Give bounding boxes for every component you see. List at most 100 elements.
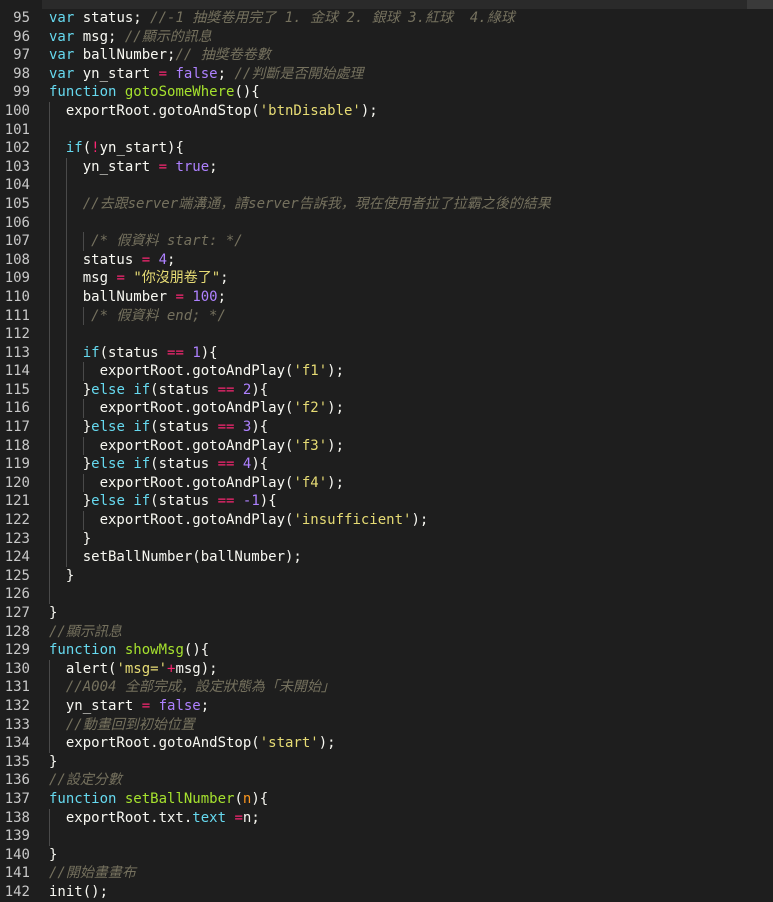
code-line[interactable]: 100 exportRoot.gotoAndStop('btnDisable')… (0, 101, 773, 121)
line-number: 104 (4, 177, 30, 194)
code-token: ( (234, 790, 243, 807)
code-token: ); (327, 474, 345, 491)
editor-top-strip (0, 0, 773, 9)
code-line[interactable]: 125 } (0, 566, 773, 586)
keyword-token: if (82, 344, 100, 361)
code-token: (status (150, 456, 218, 473)
operator-token: = (141, 251, 151, 268)
code-line[interactable]: 127} (0, 604, 773, 623)
code-line[interactable]: 142 init(); (0, 883, 773, 902)
code-token: ){ (259, 493, 277, 510)
code-line[interactable]: 109 msg = "你沒朋卷了"; (0, 269, 773, 288)
code-text: function showMsg(){ (49, 641, 209, 660)
keyword-token: if (133, 456, 151, 473)
code-token: ){ (251, 419, 269, 436)
keyword-token: var (49, 65, 75, 82)
function-name-token: setBallNumber (124, 790, 235, 807)
keyword-token: if (133, 381, 151, 398)
code-line[interactable]: 136 //設定分數 (0, 771, 773, 790)
string-token: 'start' (259, 735, 319, 752)
code-line[interactable]: 96 var msg; //顯示的訊息 (0, 28, 773, 47)
code-line[interactable]: 123 } (0, 529, 773, 549)
line-number: 128 (4, 623, 30, 640)
code-line[interactable]: 128 //顯示訊息 (0, 623, 773, 642)
line-number: 140 (4, 846, 30, 863)
code-token: ); (318, 735, 336, 752)
code-line[interactable]: 133 //動畫回到初始位置 (0, 715, 773, 735)
code-line[interactable]: 129 function showMsg(){ (0, 641, 773, 660)
line-number: 117 (4, 419, 30, 436)
code-line[interactable]: 138 exportRoot.txt.text =n; (0, 808, 773, 828)
code-line[interactable]: 106 (0, 213, 773, 233)
code-line[interactable]: 139 (0, 827, 773, 846)
code-token: ); (327, 363, 345, 380)
code-token: ); (360, 102, 378, 119)
code-line[interactable]: 102 if(!yn_start){ (0, 139, 773, 158)
code-line[interactable]: 122 exportRoot.gotoAndPlay('insufficient… (0, 511, 773, 530)
code-line[interactable]: 118 exportRoot.gotoAndPlay('f3'); (0, 436, 773, 456)
code-text: //A004 全部完成，設定狀態為「未開始」 (49, 678, 335, 697)
code-line[interactable]: 119 }else if(status == 4){ (0, 455, 773, 474)
code-text: //去跟server端溝通，請server告訴我，現在使用者拉了拉霸之後的結果 (49, 195, 551, 214)
code-line[interactable]: 130 alert('msg='+msg); (0, 659, 773, 679)
code-line[interactable]: 124 setBallNumber(ballNumber); (0, 548, 773, 567)
comment-token: //動畫回到初始位置 (65, 716, 195, 733)
comment-token: //設定分數 (49, 772, 122, 789)
code-line[interactable]: 97 var ballNumber;// 抽獎卷卷數 (0, 46, 773, 65)
code-line[interactable]: 134 exportRoot.gotoAndStop('start'); (0, 734, 773, 753)
code-token: (status (150, 381, 218, 398)
code-token: ){ (251, 456, 269, 473)
code-token: exportRoot.gotoAndPlay( (49, 437, 294, 454)
code-line[interactable]: 103 yn_start = true; (0, 157, 773, 177)
code-text: function gotoSomeWhere(){ (49, 83, 260, 102)
line-number: 132 (4, 697, 30, 714)
code-token: } (49, 493, 92, 510)
code-line[interactable]: 111 /* 假資料 end; */ (0, 306, 773, 326)
indent-guide (49, 827, 50, 846)
line-number: 124 (4, 549, 30, 566)
code-line[interactable]: 113 if(status == 1){ (0, 343, 773, 363)
code-line[interactable]: 107 /* 假資料 start: */ (0, 232, 773, 251)
code-token: ; (217, 65, 235, 82)
code-line[interactable]: 110 ballNumber = 100; (0, 287, 773, 307)
code-text: exportRoot.txt.text =n; (49, 809, 260, 828)
code-line[interactable]: 95 var status; //-1 抽獎卷用完了 1. 金球 2. 銀球 3.… (0, 9, 773, 28)
indent-guide (49, 176, 50, 195)
code-line[interactable]: 120 exportRoot.gotoAndPlay('f4'); (0, 473, 773, 493)
code-line[interactable]: 121 }else if(status == -1){ (0, 492, 773, 512)
line-number: 139 (4, 828, 30, 845)
code-line[interactable]: 104 (0, 176, 773, 195)
code-line[interactable]: 137 function setBallNumber(n){ (0, 790, 773, 809)
code-line[interactable]: 114 exportRoot.gotoAndPlay('f1'); (0, 362, 773, 381)
line-number: 98 (13, 65, 30, 82)
code-line[interactable]: 112 (0, 325, 773, 344)
code-text: } (49, 846, 57, 865)
code-line[interactable]: 116 exportRoot.gotoAndPlay('f2'); (0, 399, 773, 419)
code-line[interactable]: 98 var yn_start = false; //判斷是否開始處理 (0, 65, 773, 84)
line-number: 110 (4, 288, 30, 305)
string-token: 'msg=' (116, 660, 168, 677)
code-line[interactable]: 115 }else if(status == 2){ (0, 380, 773, 400)
code-line[interactable]: 99 function gotoSomeWhere(){ (0, 83, 773, 102)
code-line[interactable]: 132 yn_start = false; (0, 696, 773, 716)
code-line[interactable]: 126 (0, 585, 773, 604)
code-line[interactable]: 101 (0, 120, 773, 140)
line-number: 108 (4, 251, 30, 268)
code-text: }else if(status == -1){ (49, 492, 277, 511)
code-line[interactable]: 140} (0, 846, 773, 865)
code-editor[interactable]: 95 var status; //-1 抽獎卷用完了 1. 金球 2. 銀球 3.… (0, 9, 773, 902)
code-token: } (49, 456, 92, 473)
code-line[interactable]: 135} (0, 753, 773, 772)
code-token: } (49, 605, 58, 621)
code-token: alert( (49, 660, 117, 677)
code-line[interactable]: 117 }else if(status == 3){ (0, 418, 773, 437)
code-line[interactable]: 131 //A004 全部完成，設定狀態為「未開始」 (0, 678, 773, 697)
number-token: 1 (192, 344, 201, 361)
code-text: yn_start = true; (49, 158, 218, 177)
line-number: 116 (4, 400, 30, 417)
code-line[interactable]: 105 //去跟server端溝通，請server告訴我，現在使用者拉了拉霸之後… (0, 194, 773, 214)
code-line[interactable]: 108 status = 4; (0, 250, 773, 270)
code-line[interactable]: 141 //開始畫畫布 (0, 864, 773, 883)
